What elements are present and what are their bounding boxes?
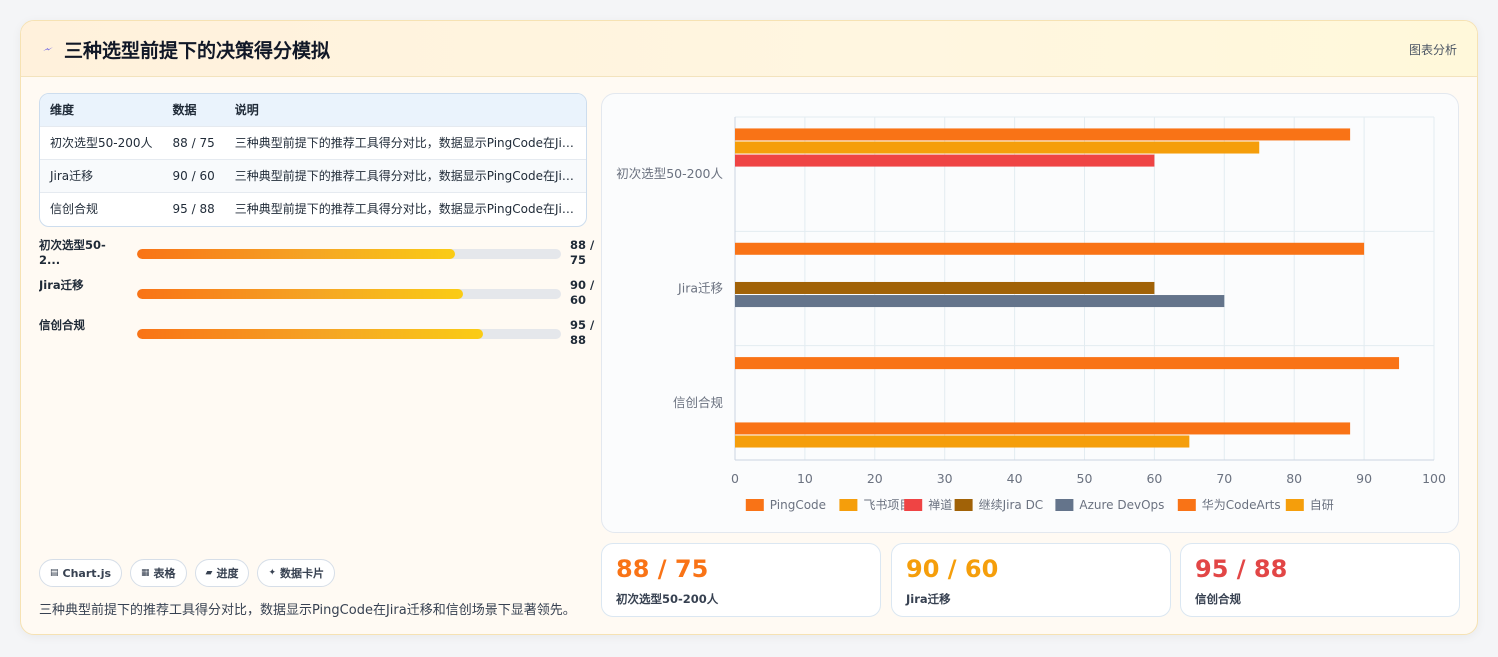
legend-swatch: [1177, 499, 1196, 511]
tag-label: 进度: [216, 567, 239, 580]
bar-chart: 0 10 20 30 40 50 60 70 80 90 100 初次选型50-200人 Jira迁移信…: [616, 116, 1446, 512]
x-tick-label: 40: [1007, 471, 1023, 486]
legend-label: PingCode: [770, 498, 826, 512]
bar: [735, 242, 1365, 255]
tag-label: 数据卡片: [280, 567, 325, 580]
bar: [735, 154, 1155, 167]
bar: [735, 295, 1225, 308]
kpi-value: 90 / 60: [906, 555, 999, 583]
chart-card: 三种选型前提下的决策得分模拟 图表分析 维度 数据 说明 初次选型50-200人…: [20, 20, 1478, 635]
tag-table[interactable]: ▦ 表格: [130, 559, 187, 587]
sparkle-icon: ✦: [268, 568, 277, 578]
legend-label: 继续Jira DC: [979, 498, 1044, 512]
legend-swatch: [904, 499, 923, 511]
legend-label: Azure DevOps: [1079, 498, 1164, 512]
kpi-card: 88 / 75 初次选型50-200人: [601, 543, 881, 617]
progress-track: [137, 329, 561, 339]
legend-swatch: [745, 499, 764, 511]
table-cell: Jira迁移: [40, 158, 163, 192]
progress-value: 95 / 88: [570, 318, 595, 347]
lightning-icon: [43, 47, 53, 51]
table-cell: 90 / 60: [162, 158, 225, 192]
tag-list: ▤ Chart.js ▦ 表格 ▰ 进度 ✦ 数据卡片: [39, 559, 336, 587]
progress-track: [137, 289, 561, 299]
page-title: 三种选型前提下的决策得分模拟: [64, 40, 331, 62]
bar: [735, 435, 1190, 448]
legend-swatch: [1285, 499, 1304, 511]
progress-label: 信创合规: [39, 318, 85, 332]
tag-chartjs[interactable]: ▤ Chart.js: [39, 559, 123, 587]
bar: [735, 357, 1400, 370]
data-table: 维度 数据 说明 初次选型50-200人 88 / 75 三种典型前提下的推荐工…: [39, 93, 587, 227]
progress-fill: [137, 329, 483, 339]
legend-label: 华为CodeArts: [1202, 498, 1281, 512]
column-header: 维度: [50, 103, 75, 118]
y-tick-label: 初次选型50-200人: [616, 166, 723, 181]
column-header: 数据: [172, 103, 197, 118]
table-cell: 88 / 75: [162, 125, 225, 159]
legend-label: 禅道: [928, 498, 952, 512]
table-header-row: 维度 数据 说明: [40, 94, 586, 126]
progress-track: [137, 249, 561, 259]
x-tick-label: 60: [1146, 471, 1162, 486]
tag-data-card[interactable]: ✦ 数据卡片: [257, 559, 336, 587]
bar: [735, 141, 1260, 154]
table-row: 初次选型50-200人 88 / 75 三种典型前提下的推荐工具得分对比，数据显…: [40, 125, 586, 159]
kpi-label: 信创合规: [1195, 592, 1241, 606]
kpi-label: 初次选型50-200人: [616, 592, 719, 606]
y-tick-label: 信创合规: [673, 395, 723, 410]
table-icon: ▦: [141, 568, 150, 578]
summary-text: 三种典型前提下的推荐工具得分对比，数据显示PingCode在Jira迁移和信创场…: [39, 603, 576, 618]
progress-value: 90 / 60: [570, 278, 595, 307]
chart-panel: 0 10 20 30 40 50 60 70 80 90 100 初次选型50-200人 Jira迁移信…: [601, 93, 1459, 533]
card-header: 三种选型前提下的决策得分模拟 图表分析: [21, 21, 1477, 77]
kpi-value: 88 / 75: [616, 555, 709, 583]
chart-icon: ▤: [50, 568, 59, 578]
progress-label: Jira迁移: [39, 278, 84, 292]
table-cell: 95 / 88: [162, 191, 225, 225]
table-cell: 初次选型50-200人: [40, 125, 163, 159]
y-tick-label: Jira迁移: [677, 281, 723, 296]
x-tick-label: 0: [731, 471, 739, 486]
column-header: 说明: [234, 103, 259, 118]
x-tick-label: 30: [937, 471, 953, 486]
x-tick-label: 50: [1077, 471, 1093, 486]
x-tick-label: 80: [1286, 471, 1302, 486]
bar: [735, 281, 1155, 294]
legend-swatch: [1055, 499, 1074, 511]
table-cell: 三种典型前提下的推荐工具得分对比，数据显示PingCode在Jira迁移和信创场…: [224, 158, 586, 192]
kpi-card: 95 / 88 信创合规: [1180, 543, 1460, 617]
x-tick-label: 100: [1422, 471, 1446, 486]
table-cell: 信创合规: [40, 191, 163, 225]
bar: [735, 422, 1351, 435]
tag-label: Chart.js: [62, 566, 112, 580]
x-tick-label: 20: [867, 471, 883, 486]
progress-fill: [137, 289, 464, 299]
kpi-value: 95 / 88: [1195, 555, 1288, 583]
progress-row: Jira迁移 90 / 60: [39, 278, 594, 312]
tag-progress[interactable]: ▰ 进度: [194, 559, 250, 587]
x-tick-label: 70: [1216, 471, 1232, 486]
legend-swatch: [954, 499, 973, 511]
folder-icon: ▰: [205, 568, 213, 578]
table-cell: 三种典型前提下的推荐工具得分对比，数据显示PingCode在Jira迁移和信创场…: [224, 125, 586, 159]
x-tick-label: 10: [797, 471, 813, 486]
progress-row: 信创合规 95 / 88: [39, 318, 594, 352]
kpi-card: 90 / 60 Jira迁移: [891, 543, 1171, 617]
bar: [735, 128, 1351, 141]
chart-analysis-link[interactable]: 图表分析: [1409, 41, 1457, 58]
progress-fill: [137, 249, 455, 259]
table-row: Jira迁移 90 / 60 三种典型前提下的推荐工具得分对比，数据显示Ping…: [40, 158, 586, 192]
legend-swatch: [839, 499, 858, 511]
legend-label: 自研: [1310, 498, 1334, 512]
tag-label: 表格: [153, 567, 176, 580]
progress-value: 88 / 75: [570, 238, 595, 267]
progress-row: 初次选型50-2... 88 / 75: [39, 238, 594, 272]
progress-label: 初次选型50-2...: [39, 238, 106, 267]
table-row: 信创合规 95 / 88 三种典型前提下的推荐工具得分对比，数据显示PingCo…: [40, 191, 586, 225]
x-tick-label: 90: [1356, 471, 1372, 486]
kpi-label: Jira迁移: [906, 592, 951, 606]
table-cell: 三种典型前提下的推荐工具得分对比，数据显示PingCode在Jira迁移和信创场…: [224, 191, 586, 225]
